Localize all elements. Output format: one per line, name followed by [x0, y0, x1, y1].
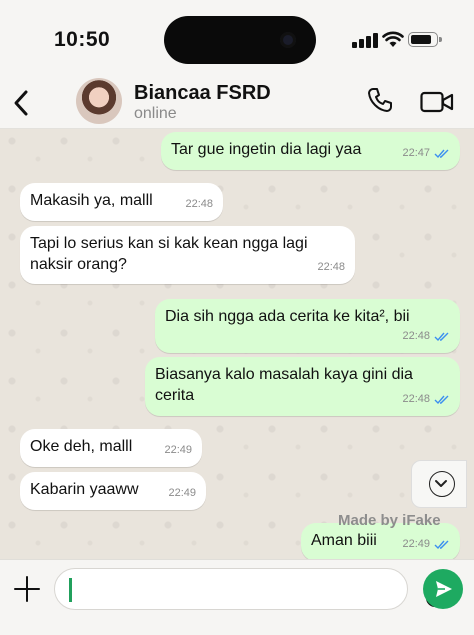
message-outgoing[interactable]: Biasanya kalo masalah kaya gini dia ceri…: [145, 357, 460, 416]
scroll-to-bottom-button[interactable]: [411, 460, 467, 508]
message-outgoing[interactable]: Dia sih ngga ada cerita ke kita², bii 22…: [155, 299, 460, 353]
text-caret: [69, 578, 72, 602]
message-time: 22:48: [402, 393, 430, 405]
clock: 10:50: [54, 28, 111, 51]
double-check-icon: [434, 149, 449, 158]
message-time: 22:49: [164, 444, 192, 456]
message-outgoing[interactable]: Tar gue ingetin dia lagi yaa 22:47: [161, 132, 460, 170]
avatar[interactable]: [76, 78, 122, 124]
phone-icon[interactable]: [366, 86, 394, 114]
camera-dot: [280, 32, 296, 48]
video-camera-icon[interactable]: [420, 90, 454, 114]
double-check-icon: [434, 395, 449, 404]
message-time: 22:48: [185, 198, 213, 210]
message-incoming[interactable]: Kabarin yaaww 22:49: [20, 472, 206, 510]
message-incoming[interactable]: Makasih ya, malll 22:48: [20, 183, 223, 221]
chat-header: Biancaa FSRD online: [0, 78, 474, 129]
message-incoming[interactable]: Tapi lo serius kan si kak kean ngga lagi…: [20, 226, 355, 284]
plus-icon[interactable]: [14, 576, 40, 602]
wifi-icon: [382, 31, 404, 47]
battery-icon: [408, 32, 442, 47]
message-text: Tapi lo serius kan si kak kean ngga lagi…: [30, 235, 308, 273]
message-time: 22:49: [168, 487, 196, 499]
send-icon: [436, 581, 452, 597]
message-input-field[interactable]: [54, 568, 444, 610]
message-input[interactable]: [69, 575, 353, 605]
composer-bar: [0, 559, 474, 635]
dynamic-island: [164, 16, 316, 64]
watermark: Made by iFake: [338, 512, 441, 529]
send-button[interactable]: [423, 569, 463, 609]
message-text: Dia sih ngga ada cerita ke kita², bii: [165, 308, 410, 325]
contact-status: online: [134, 105, 177, 122]
double-check-icon: [434, 332, 449, 341]
scroll-down-icon: [429, 471, 455, 497]
back-chevron-icon[interactable]: [8, 86, 36, 120]
signal-icon: [352, 32, 378, 48]
double-check-icon: [434, 540, 449, 549]
message-time: 22:49: [402, 538, 430, 550]
status-bar: 10:50: [0, 0, 474, 78]
message-time: 22:48: [317, 261, 345, 273]
message-time: 22:48: [402, 330, 430, 342]
message-list[interactable]: Tar gue ingetin dia lagi yaa 22:47 Makas…: [0, 129, 474, 559]
contact-name[interactable]: Biancaa FSRD: [134, 82, 271, 105]
message-incoming[interactable]: Oke deh, malll 22:49: [20, 429, 202, 467]
message-time: 22:47: [402, 147, 430, 159]
